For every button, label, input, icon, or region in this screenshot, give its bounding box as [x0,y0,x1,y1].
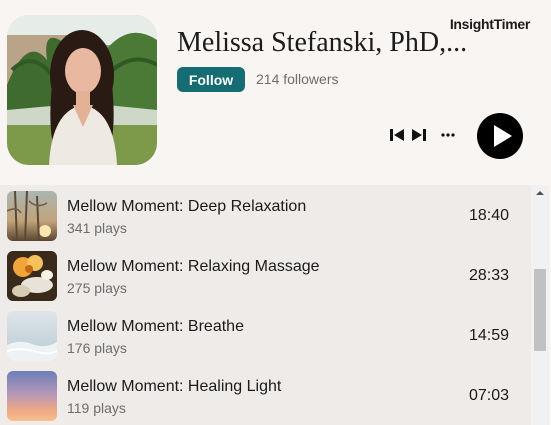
track-thumbnail [7,311,57,361]
followers-count: 214 followers [256,71,339,87]
avatar-photo [7,15,157,165]
follow-button[interactable]: Follow [177,67,245,92]
track-title: Mellow Moment: Breathe [67,318,244,335]
track-plays: 341 plays [67,220,127,236]
track-row[interactable]: Mellow Moment: Healing Light 119 plays 0… [0,365,531,425]
track-title: Mellow Moment: Relaxing Massage [67,258,320,275]
track-title: Mellow Moment: Deep Relaxation [67,198,307,215]
track-thumbnail [7,191,57,241]
insight-timer-player-widget: InsightTimer Melissa Stefanski, PhD,... … [0,0,551,425]
track-duration: 14:59 [468,327,509,344]
play-button[interactable] [477,113,523,159]
track-duration: 28:33 [468,267,509,284]
track-plays: 275 plays [67,280,127,296]
track-list: Mellow Moment: Deep Relaxation 341 plays… [0,185,531,425]
track-thumbnail [7,371,57,421]
track-plays: 176 plays [67,340,127,356]
track-row[interactable]: Mellow Moment: Deep Relaxation 341 plays… [0,185,531,245]
more-horizontal-icon[interactable] [440,126,456,144]
teacher-header: InsightTimer Melissa Stefanski, PhD,... … [0,0,551,185]
track-plays: 119 plays [67,400,126,416]
track-duration: 07:03 [468,387,509,404]
skip-next-icon[interactable] [410,126,428,144]
list-scrollbar[interactable] [531,185,549,425]
teacher-avatar[interactable] [7,15,157,165]
scroll-up-arrow-icon[interactable] [531,185,549,201]
skip-previous-icon[interactable] [388,126,406,144]
teacher-name[interactable]: Melissa Stefanski, PhD,... [177,27,467,59]
track-row[interactable]: Mellow Moment: Relaxing Massage 275 play… [0,245,531,305]
scrollbar-thumb[interactable] [534,269,546,351]
track-duration: 18:40 [468,207,509,224]
play-icon [494,125,512,147]
track-title: Mellow Moment: Healing Light [67,378,282,395]
track-row[interactable]: Mellow Moment: Breathe 176 plays 14:59 [0,305,531,365]
track-thumbnail [7,251,57,301]
